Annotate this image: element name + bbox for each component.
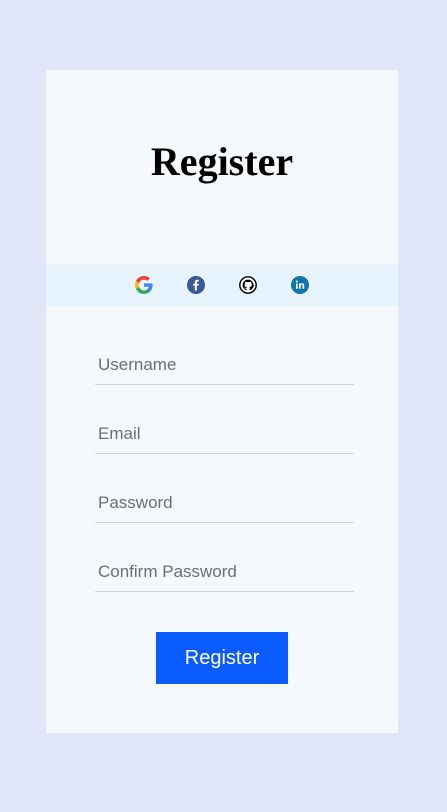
- google-icon[interactable]: [135, 276, 153, 294]
- register-button[interactable]: Register: [156, 632, 288, 684]
- github-icon[interactable]: [239, 276, 257, 294]
- email-field[interactable]: [95, 414, 354, 454]
- username-field[interactable]: [95, 345, 354, 385]
- register-card: Register Username Email Register: [46, 70, 398, 733]
- social-login-bar: [46, 264, 398, 306]
- password-field[interactable]: [95, 483, 354, 523]
- facebook-icon[interactable]: [187, 276, 205, 294]
- page-title: Register: [150, 139, 294, 184]
- confirm-password-field[interactable]: [95, 552, 354, 592]
- linkedin-icon[interactable]: [291, 276, 309, 294]
